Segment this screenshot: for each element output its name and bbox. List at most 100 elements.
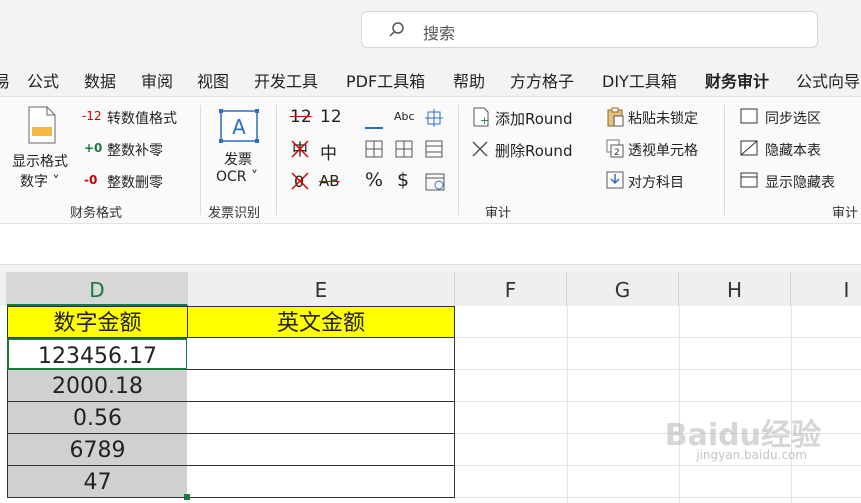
- svg-text:A: A: [232, 115, 246, 139]
- gridline: [455, 465, 861, 466]
- percent-button[interactable]: %: [365, 169, 383, 191]
- header-cell-amount-english[interactable]: 英文金额: [187, 306, 455, 338]
- column-header-g[interactable]: G: [567, 272, 679, 306]
- fill-handle[interactable]: [184, 494, 190, 500]
- paste-unlocked-button[interactable]: 粘贴未锁定: [628, 108, 698, 128]
- checkbox-icon: [740, 108, 758, 128]
- download-icon: [606, 171, 624, 193]
- worksheet-grid[interactable]: 数字金额 英文金额 123456.17 2000.18 0.56 6789 47: [0, 306, 861, 503]
- group-divider: [276, 105, 277, 215]
- header-cell-amount-number[interactable]: 数字金额: [7, 306, 188, 338]
- line-icon[interactable]: [365, 115, 383, 134]
- display-format-label[interactable]: 显示格式: [12, 151, 68, 171]
- hide-glyph-icon[interactable]: 中: [290, 139, 310, 163]
- gridline: [455, 369, 861, 370]
- tab-view[interactable]: 视图: [197, 68, 229, 92]
- formula-bar[interactable]: [0, 224, 861, 265]
- add-round-icon: +: [472, 107, 490, 131]
- contra-account-button[interactable]: 对方科目: [628, 172, 684, 192]
- to-number-format-button[interactable]: 转数值格式: [107, 108, 177, 128]
- group-label-finance-format: 财务格式: [70, 206, 123, 221]
- display-format-icon[interactable]: [26, 105, 58, 149]
- number-glyph[interactable]: 12: [320, 107, 342, 127]
- pad-zero-button[interactable]: 整数补零: [107, 140, 163, 160]
- invoice-ocr-icon[interactable]: A: [219, 109, 259, 147]
- hide-sheet-button[interactable]: 隐藏本表: [765, 140, 821, 160]
- table-cell[interactable]: 0.56: [7, 402, 188, 434]
- tab-pdf-toolbox[interactable]: PDF工具箱: [346, 68, 425, 92]
- sync-selection-button[interactable]: 同步选区: [765, 108, 821, 128]
- abc-glyph[interactable]: Abc: [394, 110, 415, 123]
- gridline: [455, 401, 861, 402]
- hide-sheet-icon: [740, 140, 758, 160]
- search-icon: [388, 21, 406, 43]
- table-cell[interactable]: 47: [7, 466, 188, 498]
- group-divider: [458, 105, 459, 215]
- number-glyph-strike[interactable]: 12: [290, 107, 312, 127]
- column-header-h[interactable]: H: [679, 272, 791, 306]
- invoice-label[interactable]: 发票: [224, 149, 252, 169]
- column-header-e[interactable]: E: [188, 272, 455, 306]
- paste-icon: [606, 107, 624, 131]
- remove-round-button[interactable]: 删除Round: [495, 140, 572, 161]
- tab-formulas[interactable]: 公式: [27, 68, 59, 92]
- table-cell[interactable]: [187, 338, 455, 370]
- ocr-label[interactable]: OCR ˅: [216, 169, 258, 185]
- tab-diy-toolbox[interactable]: DIY工具箱: [602, 68, 677, 92]
- tab-developer[interactable]: 开发工具: [254, 68, 318, 92]
- tab-fangfang[interactable]: 方方格子: [510, 68, 574, 92]
- clear-ab-glyph[interactable]: AB: [319, 172, 340, 190]
- table-cell[interactable]: [187, 434, 455, 466]
- group-label-invoice: 发票识别: [208, 206, 261, 221]
- delete-zero-badge: -0: [84, 173, 98, 187]
- glyph-12-red: 12: [290, 107, 312, 127]
- add-round-button[interactable]: 添加Round: [495, 108, 572, 129]
- display-format-sublabel[interactable]: 数字 ˅: [20, 171, 59, 191]
- grid-cross-icon[interactable]: [395, 140, 413, 162]
- rows-icon[interactable]: [425, 140, 443, 162]
- column-header-d[interactable]: D: [7, 272, 188, 306]
- close-icon: [472, 141, 488, 161]
- to-number-badge: -12: [82, 109, 102, 123]
- gridline: [679, 306, 680, 503]
- clear-zero-icon[interactable]: 0: [290, 171, 310, 195]
- column-header-f[interactable]: F: [455, 272, 567, 306]
- pad-zero-badge: +0: [84, 141, 103, 155]
- svg-text:+: +: [480, 114, 489, 127]
- tab-partial[interactable]: 易: [0, 68, 10, 92]
- calendar-icon[interactable]: [425, 171, 445, 195]
- group-label-audit: 审计: [485, 206, 512, 221]
- group-label-sheet: 审计: [832, 206, 859, 221]
- watermark-url: jingyan.baidu.com: [696, 448, 807, 462]
- search-placeholder: 搜索: [423, 24, 456, 43]
- pivot-cell-icon: 2: [606, 139, 624, 163]
- table-cell[interactable]: [187, 466, 455, 498]
- table-cell[interactable]: [187, 370, 455, 402]
- table-cell[interactable]: 6789: [7, 434, 188, 466]
- title-bar: 搜索: [0, 0, 861, 62]
- chinese-glyph[interactable]: 中: [320, 139, 337, 164]
- svg-text:2: 2: [614, 148, 620, 158]
- tab-formula-wizard[interactable]: 公式向导: [796, 68, 860, 92]
- table-cell[interactable]: [187, 402, 455, 434]
- gridline: [791, 306, 792, 503]
- column-header-i[interactable]: I: [791, 272, 861, 306]
- show-hidden-sheets-button[interactable]: 显示隐藏表: [765, 172, 835, 192]
- move-cell-icon[interactable]: [425, 109, 443, 131]
- tab-finance-audit[interactable]: 财务审计: [705, 68, 770, 99]
- delete-zero-button[interactable]: 整数删零: [107, 172, 163, 192]
- dollar-button[interactable]: $: [397, 169, 409, 191]
- pivot-cell-button[interactable]: 透视单元格: [628, 140, 698, 160]
- table-cell[interactable]: 2000.18: [7, 370, 188, 402]
- show-hidden-icon: [740, 172, 758, 192]
- grid-icon[interactable]: [365, 140, 383, 162]
- group-divider: [724, 105, 725, 215]
- gridline: [455, 337, 861, 338]
- tab-help[interactable]: 帮助: [453, 68, 485, 92]
- gridline: [567, 306, 568, 503]
- gridline: [455, 497, 861, 498]
- table-cell-active[interactable]: 123456.17: [7, 338, 188, 370]
- search-box[interactable]: 搜索: [361, 11, 818, 48]
- tab-data[interactable]: 数据: [84, 68, 116, 92]
- tab-review[interactable]: 审阅: [141, 68, 173, 92]
